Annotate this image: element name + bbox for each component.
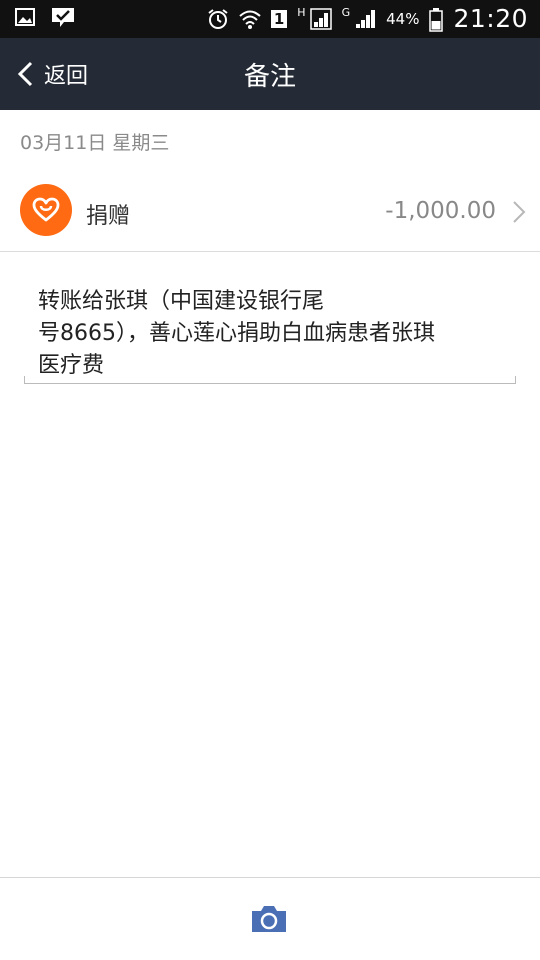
memo-underline	[24, 376, 516, 384]
status-bar: 1 H G 44% 21:20	[0, 0, 540, 38]
memo-text: 转账给张琪（中国建设银行尾 号8665），善心莲心捐助白血病患者张琪 医疗费	[38, 289, 435, 378]
bottom-bar	[0, 877, 540, 960]
alarm-icon	[207, 8, 229, 30]
status-left-icons	[14, 6, 74, 28]
chevron-right-icon	[513, 201, 526, 223]
network-g-label: G	[341, 6, 351, 19]
task-check-icon	[50, 6, 74, 28]
chevron-left-icon	[17, 61, 33, 87]
heart-icon	[32, 197, 60, 222]
sim-slot-label: 1	[270, 9, 288, 28]
camera-icon[interactable]	[250, 904, 288, 934]
status-right-icons: 1 H G 44% 21:20	[207, 4, 528, 33]
battery-icon	[429, 7, 444, 32]
transaction-row[interactable]: 捐赠 -1,000.00	[0, 170, 540, 252]
battery-percent: 44%	[386, 9, 420, 28]
signal-icon-2	[354, 8, 376, 30]
wifi-icon	[239, 8, 261, 30]
donation-avatar	[20, 184, 72, 236]
transaction-name: 捐赠	[86, 204, 131, 229]
back-label: 返回	[44, 64, 89, 89]
transaction-date: 03月11日 星期三	[20, 132, 170, 154]
network-h-label: H	[297, 6, 306, 19]
signal-icon	[309, 7, 332, 30]
clock-time: 21:20	[453, 4, 528, 33]
date-row: 03月11日 星期三	[0, 110, 540, 170]
memo-textarea[interactable]: 转账给张琪（中国建设银行尾 号8665），善心莲心捐助白血病患者张琪 医疗费	[24, 286, 516, 384]
title-bar: 备注 返回	[0, 38, 540, 110]
transaction-amount: -1,000.00	[385, 198, 496, 224]
back-button[interactable]: 返回	[16, 56, 88, 92]
gallery-icon	[14, 6, 36, 28]
